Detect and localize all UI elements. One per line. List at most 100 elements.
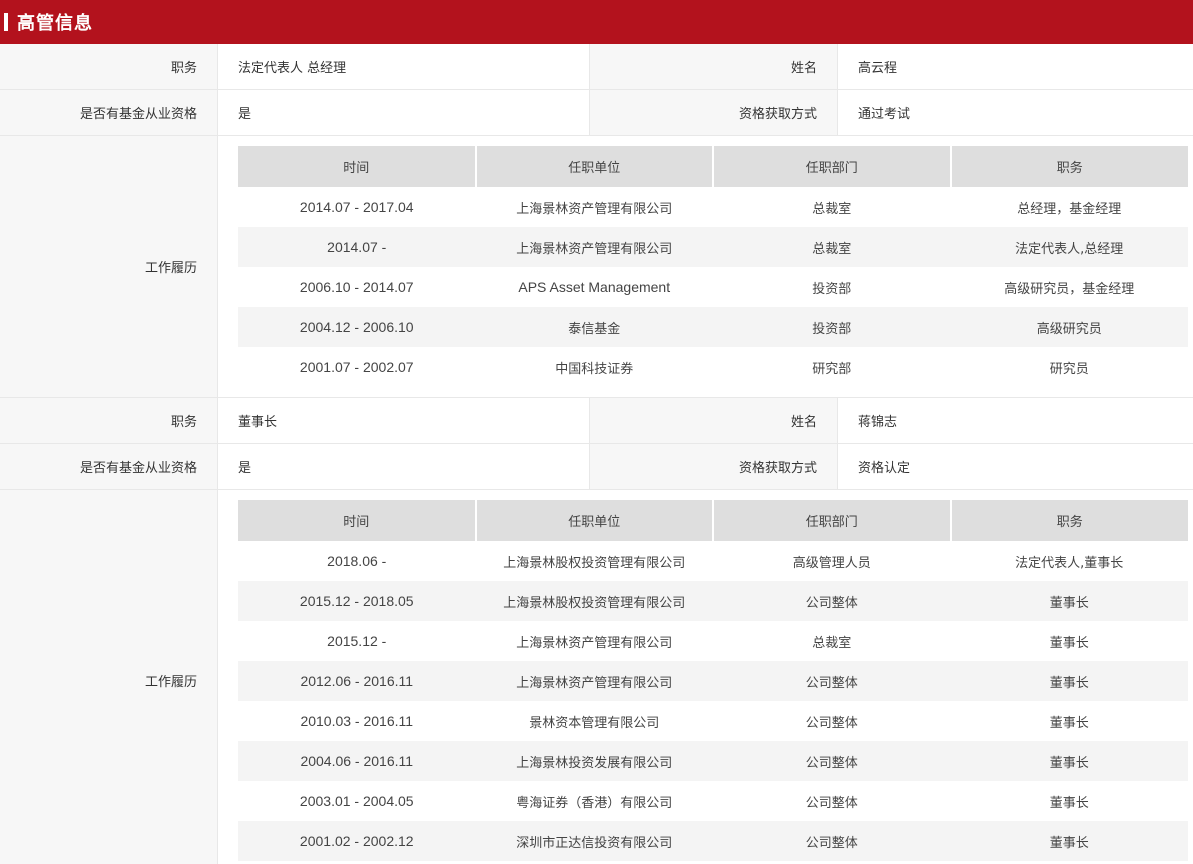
history-header-row: 时间 任职单位 任职部门 职务 [238, 146, 1188, 187]
table-cell: 总裁室 [713, 227, 951, 267]
table-cell: 上海景林股权投资管理有限公司 [475, 581, 713, 621]
position-label: 职务 [0, 398, 218, 443]
table-cell: 高级管理人员 [792, 555, 871, 571]
table-row: 2014.07 - 2017.04 上海景林资产管理有限公司 总裁室 总经理，基金经理 [238, 187, 1188, 227]
table-row: 2001.07 - 2002.07 中国科技证券 研究部 研究员 [238, 347, 1188, 387]
table-cell: 总裁室 [812, 635, 852, 651]
table-cell: 总经理，基金经理 [1017, 201, 1122, 217]
table-cell: 法定代表人,董事长 [1015, 555, 1124, 571]
table-cell: 2014.07 - 2017.04 [299, 199, 414, 215]
position-value: 法定代表人 总经理 [218, 44, 590, 89]
table-cell: 法定代表人,总经理 [950, 227, 1188, 267]
work-history-label: 工作履历 [0, 490, 218, 864]
table-cell: 2003.01 - 2004.05 [299, 793, 414, 809]
table-cell: 研究员 [1049, 361, 1089, 377]
history-column-header: 任职单位 [475, 146, 714, 187]
table-cell: 董事长 [950, 661, 1188, 701]
table-cell: 2018.06 - [327, 553, 387, 569]
table-row: 2012.06 - 2016.11 上海景林资产管理有限公司 公司整体 董事长 [238, 661, 1188, 701]
table-row: 2015.12 - 2018.05 上海景林股权投资管理有限公司 公司整体 董事长 [238, 581, 1188, 621]
qualification-row: 是否有基金从业资格是资格获取方式 通过考试 [0, 90, 1193, 136]
table-cell: 董事长 [950, 821, 1188, 861]
method-value: 通过考试 [858, 107, 911, 122]
executive-block: 职务 法定代表人 总经理 姓名 高云程 是否有基金从业资格是资格获取方式 通过考试 工作履历… [0, 44, 1193, 398]
table-cell: 总裁室 [812, 201, 852, 217]
table-cell: 董事长 [950, 581, 1188, 621]
method-label: 资格获取方式 [590, 444, 838, 489]
work-history-table: 时间 任职单位 任职部门 职务 2018.06 - 上海景林股权投资管理有限公司 高级管理人… [238, 500, 1188, 861]
position-row: 职务 董事长 姓名 蒋锦志 [0, 398, 1193, 444]
table-row: 2006.10 - 2014.07 APS Asset Management 投资部… [238, 267, 1188, 307]
table-cell: 2006.10 - 2014.07 [299, 279, 414, 295]
table-cell: 2001.07 - 2002.07 [299, 359, 414, 375]
table-cell: 粤海证券（香港）有限公司 [516, 795, 673, 811]
table-cell: 董事长 [950, 741, 1188, 781]
work-history-body: 时间 任职单位 任职部门 职务 2018.06 - 上海景林股权投资管理有限公司 高级管理人… [218, 490, 1193, 864]
table-row: 2015.12 - 上海景林资产管理有限公司 总裁室 董事长 [238, 621, 1188, 661]
history-column-header: 职务 [950, 500, 1188, 541]
history-header-row: 时间 任职单位 任职部门 职务 [238, 500, 1188, 541]
table-row: 2018.06 - 上海景林股权投资管理有限公司 高级管理人员 法定代表人,董事长 [238, 541, 1188, 581]
table-cell: 2012.06 - 2016.11 [238, 661, 476, 701]
table-row: 2004.12 - 2006.10 泰信基金 投资部 高级研究员 [238, 307, 1188, 347]
position-label: 职务 [0, 44, 218, 89]
table-row: 2004.06 - 2016.11 上海景林投资发展有限公司 公司整体 董事长 [238, 741, 1188, 781]
table-cell: 高级研究员，基金经理 [1004, 281, 1135, 297]
table-cell: 公司整体 [805, 795, 858, 811]
history-column-header: 时间 [238, 500, 477, 541]
table-row: 2001.02 - 2002.12 深圳市正达信投资有限公司 公司整体 董事长 [238, 821, 1188, 861]
history-column-header: 任职单位 [475, 500, 714, 541]
section-title: 高管信息 [17, 13, 93, 34]
table-cell: 上海景林股权投资管理有限公司 [503, 555, 686, 571]
qualification-value: 是 [218, 90, 590, 135]
executives-list: 职务 法定代表人 总经理 姓名 高云程 是否有基金从业资格是资格获取方式 通过考试 工作履历… [0, 44, 1193, 864]
method-label: 资格获取方式 [590, 90, 838, 135]
table-cell: 公司整体 [713, 821, 951, 861]
table-cell: 上海景林资产管理有限公司 [475, 661, 713, 701]
table-cell: 2001.02 - 2002.12 [238, 821, 476, 861]
history-column-header: 任职部门 [713, 500, 952, 541]
table-cell: 研究部 [812, 361, 852, 377]
table-cell: 上海景林资产管理有限公司 [516, 201, 673, 217]
qualification-value: 是 [218, 444, 590, 489]
table-cell: 2015.12 - 2018.05 [238, 581, 476, 621]
table-cell: 景林资本管理有限公司 [529, 715, 660, 731]
name-label: 姓名 [590, 44, 838, 89]
history-column-header: 任职部门 [713, 146, 952, 187]
table-cell: 2004.06 - 2016.11 [238, 741, 476, 781]
table-cell: 董事长 [1049, 795, 1089, 811]
position-value: 董事长 [218, 398, 590, 443]
table-cell: 2010.03 - 2016.11 [300, 713, 414, 729]
position-row: 职务 法定代表人 总经理 姓名 高云程 [0, 44, 1193, 90]
name-value: 蒋锦志 [858, 415, 898, 430]
table-cell: 高级研究员 [950, 307, 1188, 347]
table-cell: 上海景林资产管理有限公司 [475, 227, 713, 267]
history-column-header: 职务 [950, 146, 1188, 187]
table-cell: 董事长 [1049, 635, 1089, 651]
work-history-row: 工作履历 时间 任职单位 任职部门 职务 2018.06 - 上海景林股权投资管理有限公司 高… [0, 490, 1193, 864]
header-accent-bar [4, 13, 8, 31]
table-cell: 泰信基金 [475, 307, 713, 347]
work-history-label: 工作履历 [0, 136, 218, 397]
name-value: 高云程 [858, 61, 898, 76]
qualification-label: 是否有基金从业资格 [0, 90, 218, 135]
history-column-header: 时间 [238, 146, 477, 187]
work-history-row: 工作履历 时间 任职单位 任职部门 职务 2014.07 - 2017.04 上海景林资产管… [0, 136, 1193, 398]
table-cell: 董事长 [1049, 715, 1089, 731]
work-history-body: 时间 任职单位 任职部门 职务 2014.07 - 2017.04 上海景林资产管理有限公… [218, 136, 1193, 397]
table-cell: 2014.07 - [238, 227, 476, 267]
table-row: 2003.01 - 2004.05 粤海证券（香港）有限公司 公司整体 董事长 [238, 781, 1188, 821]
table-cell: 2015.12 - [327, 633, 387, 649]
table-cell: 投资部 [812, 281, 852, 297]
qualification-label: 是否有基金从业资格 [0, 444, 218, 489]
table-cell: 公司整体 [713, 661, 951, 701]
table-cell: 2004.12 - 2006.10 [238, 307, 476, 347]
table-cell: 上海景林资产管理有限公司 [516, 635, 673, 651]
section-header: 高管信息 [0, 0, 1193, 44]
table-cell: 深圳市正达信投资有限公司 [475, 821, 713, 861]
table-cell: 公司整体 [805, 715, 858, 731]
table-cell: 上海景林投资发展有限公司 [475, 741, 713, 781]
work-history-table: 时间 任职单位 任职部门 职务 2014.07 - 2017.04 上海景林资产管理有限公… [238, 146, 1188, 387]
table-cell: APS Asset Management [518, 279, 671, 295]
method-value: 资格认定 [858, 461, 911, 476]
